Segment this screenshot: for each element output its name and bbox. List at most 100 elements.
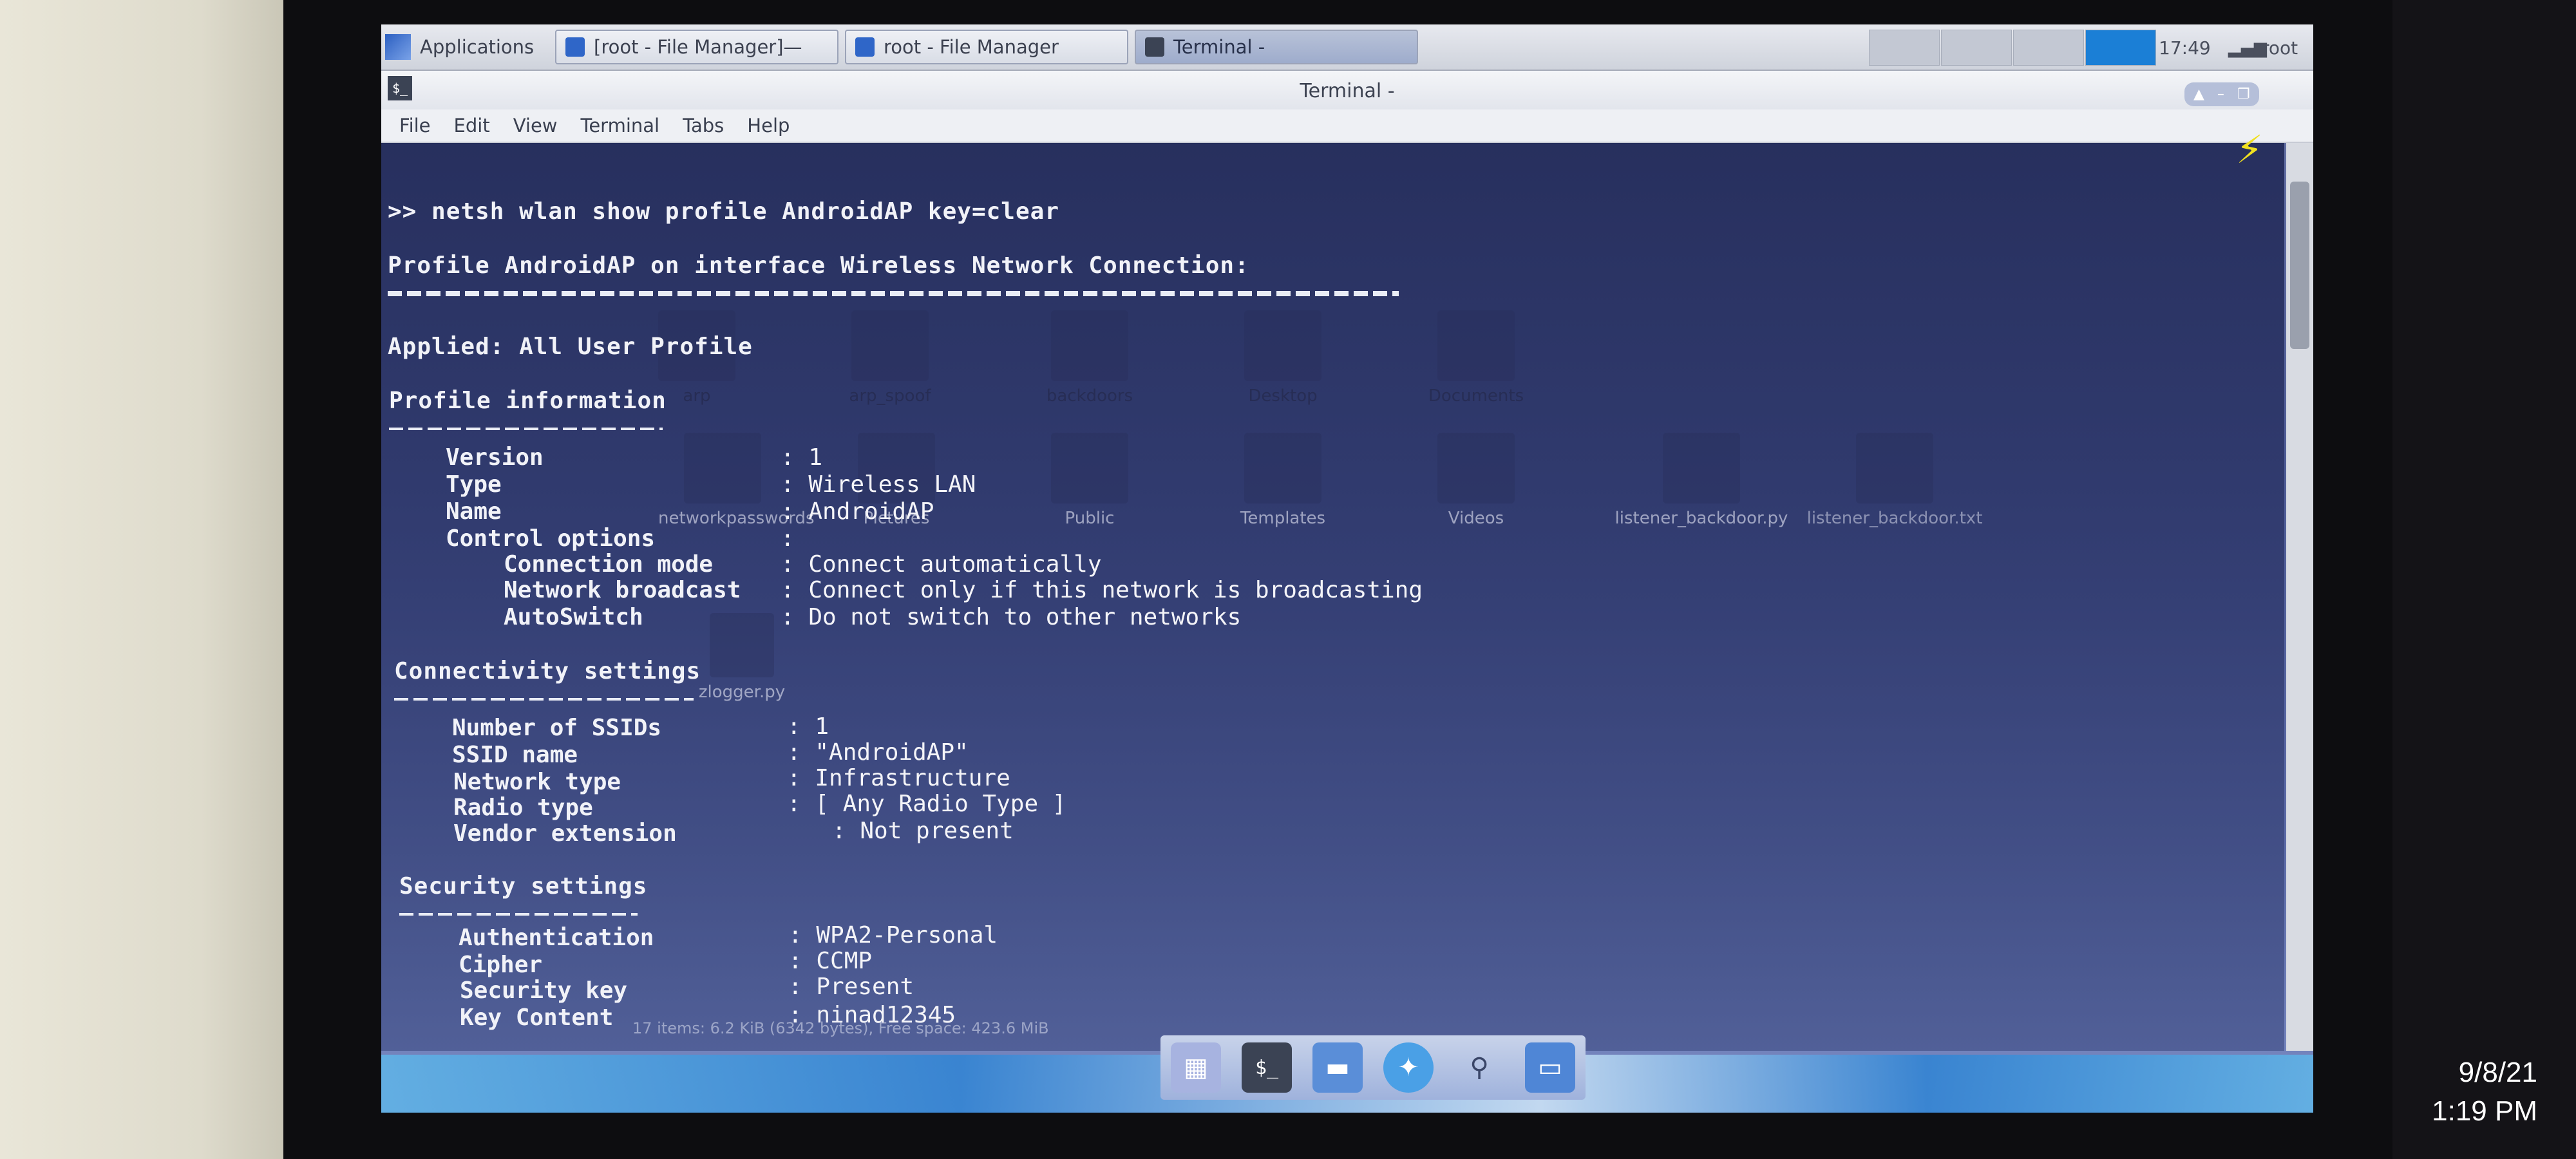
menu-file[interactable]: File [399,115,431,137]
section-profile-info: Profile information [389,388,667,414]
field-label: Network broadcast [504,577,741,603]
scrollbar-thumb[interactable] [2290,182,2309,349]
folder-icon [855,37,875,57]
field-label: SSID name [452,742,578,768]
browser-icon[interactable]: ✦ [1383,1042,1434,1093]
task-terminal[interactable]: Terminal - [1135,30,1418,64]
field-label: Control options [446,525,656,552]
field-label: Connection mode [504,551,714,578]
file-manager-status: 17 items: 6.2 KiB (6342 bytes), Free spa… [632,1019,1049,1037]
terminal-launcher-icon[interactable]: $_ [1242,1042,1292,1093]
field-label: Type [446,471,502,498]
menu-help[interactable]: Help [747,115,790,137]
menu-view[interactable]: View [513,115,558,137]
folder-launcher-icon[interactable]: ▬ [1312,1042,1363,1093]
background-wall [0,0,287,1159]
ghost-file-item: Public [1025,433,1154,528]
field-label: Number of SSIDs [452,715,662,741]
window-controls: ▲ – ❐ [2184,82,2259,106]
field-value: : [781,525,795,552]
desktop-icon[interactable]: ▦ [1171,1042,1221,1093]
task-file-manager-1[interactable]: [root - File Manager]— [555,30,838,64]
field-value: : Wireless LAN [781,471,976,498]
dock: ▦ $_ ▬ ✦ ⚲ ▭ [1160,1035,1586,1100]
menu-bar: File Edit View Terminal Tabs Help [381,109,2313,143]
ghost-file-item: Documents [1412,310,1540,406]
window-title: Terminal - [1300,80,1395,102]
profile-header: Profile AndroidAP on interface Wireless … [388,252,1249,279]
ghost-file-item: Templates [1218,433,1347,528]
workspace-3[interactable] [2013,30,2084,66]
field-label: AutoSwitch [504,604,643,630]
separator [388,291,1399,296]
field-label: Network type [453,769,621,795]
field-value: : Connect only if this network is broadc… [781,577,1423,603]
restore-icon[interactable]: ❐ [2237,86,2250,102]
photo-date: 9/8/21 [2458,1057,2537,1088]
field-label: Radio type [453,795,593,821]
separator [389,428,663,430]
ghost-file-item: backdoors [1025,310,1154,406]
section-security: Security settings [399,873,648,900]
field-value: : AndroidAP [781,498,934,525]
ghost-file-item: listener_backdoor.py [1605,433,1798,528]
separator [394,698,694,701]
field-label: Cipher [459,952,543,978]
menu-terminal[interactable]: Terminal [581,115,660,137]
ghost-file-item: Desktop [1218,310,1347,406]
menu-edit[interactable]: Edit [454,115,490,137]
folder-icon [565,37,585,57]
field-label: Vendor extension [453,820,677,847]
signal-icon[interactable]: ▂▄▆ [2228,39,2267,58]
search-icon[interactable]: ⚲ [1454,1042,1504,1093]
window-titlebar[interactable]: $_ Terminal - [381,71,2313,109]
section-connectivity: Connectivity settings [394,658,701,684]
lightning-icon: ⚡ [2236,127,2264,173]
workspace-2[interactable] [1941,30,2012,66]
task-label: root - File Manager [884,36,1059,58]
photo-timestamp: 9/8/21 1:19 PM [2421,1053,2537,1131]
ghost-file-item: Videos [1412,433,1540,528]
field-value: : Present [788,974,914,1000]
ghost-file-item: networkpasswords [658,433,815,528]
workspace-4[interactable] [2085,30,2156,66]
top-panel: Applications [root - File Manager]— root… [381,24,2313,71]
minimize-icon[interactable]: – [2217,86,2224,102]
field-value: : 1 [787,713,829,740]
maximize-up-icon[interactable]: ▲ [2193,86,2204,102]
menu-tabs[interactable]: Tabs [683,115,724,137]
field-value: : Do not switch to other networks [781,604,1242,630]
folder-icon[interactable]: ▭ [1525,1042,1575,1093]
terminal-output[interactable]: arp arp_spoof backdoors Desktop Document… [381,143,2284,1051]
ghost-file-item: arp_spoof [826,310,954,406]
workspace-1[interactable] [1869,30,1940,66]
applications-label: Applications [420,36,535,58]
task-label: [root - File Manager]— [594,36,802,58]
field-label: Authentication [459,925,654,951]
panel-user[interactable]: root [2262,37,2298,59]
field-value: : WPA2-Personal [788,922,998,948]
ghost-file-item: listener_backdoor.txt [1798,433,1991,528]
terminal-icon [1145,37,1164,57]
photo-time: 1:19 PM [2432,1095,2537,1127]
field-value: : Not present [832,818,1014,844]
field-value: : Connect automatically [781,551,1102,578]
task-file-manager-2[interactable]: root - File Manager [845,30,1128,64]
monitor-screen: Applications [root - File Manager]— root… [381,24,2313,1113]
field-value: : 1 [781,444,823,471]
task-label: Terminal - [1173,36,1265,58]
panel-clock[interactable]: 17:49 [2159,37,2211,59]
terminal-scrollbar[interactable] [2286,143,2313,1051]
field-value: : Infrastructure [787,765,1010,791]
applications-menu[interactable]: Applications [385,30,546,64]
command-line: >> netsh wlan show profile AndroidAP key… [388,198,1059,225]
applications-icon [385,34,411,60]
field-value: : [ Any Radio Type ] [787,791,1066,817]
separator [399,913,638,916]
field-value: : CCMP [788,948,873,974]
applied-line: Applied: All User Profile [388,334,753,360]
field-label: Key Content [460,1004,614,1031]
field-label: Security key [460,977,628,1004]
field-value: : "AndroidAP" [787,739,969,766]
background-right [2392,0,2576,1159]
